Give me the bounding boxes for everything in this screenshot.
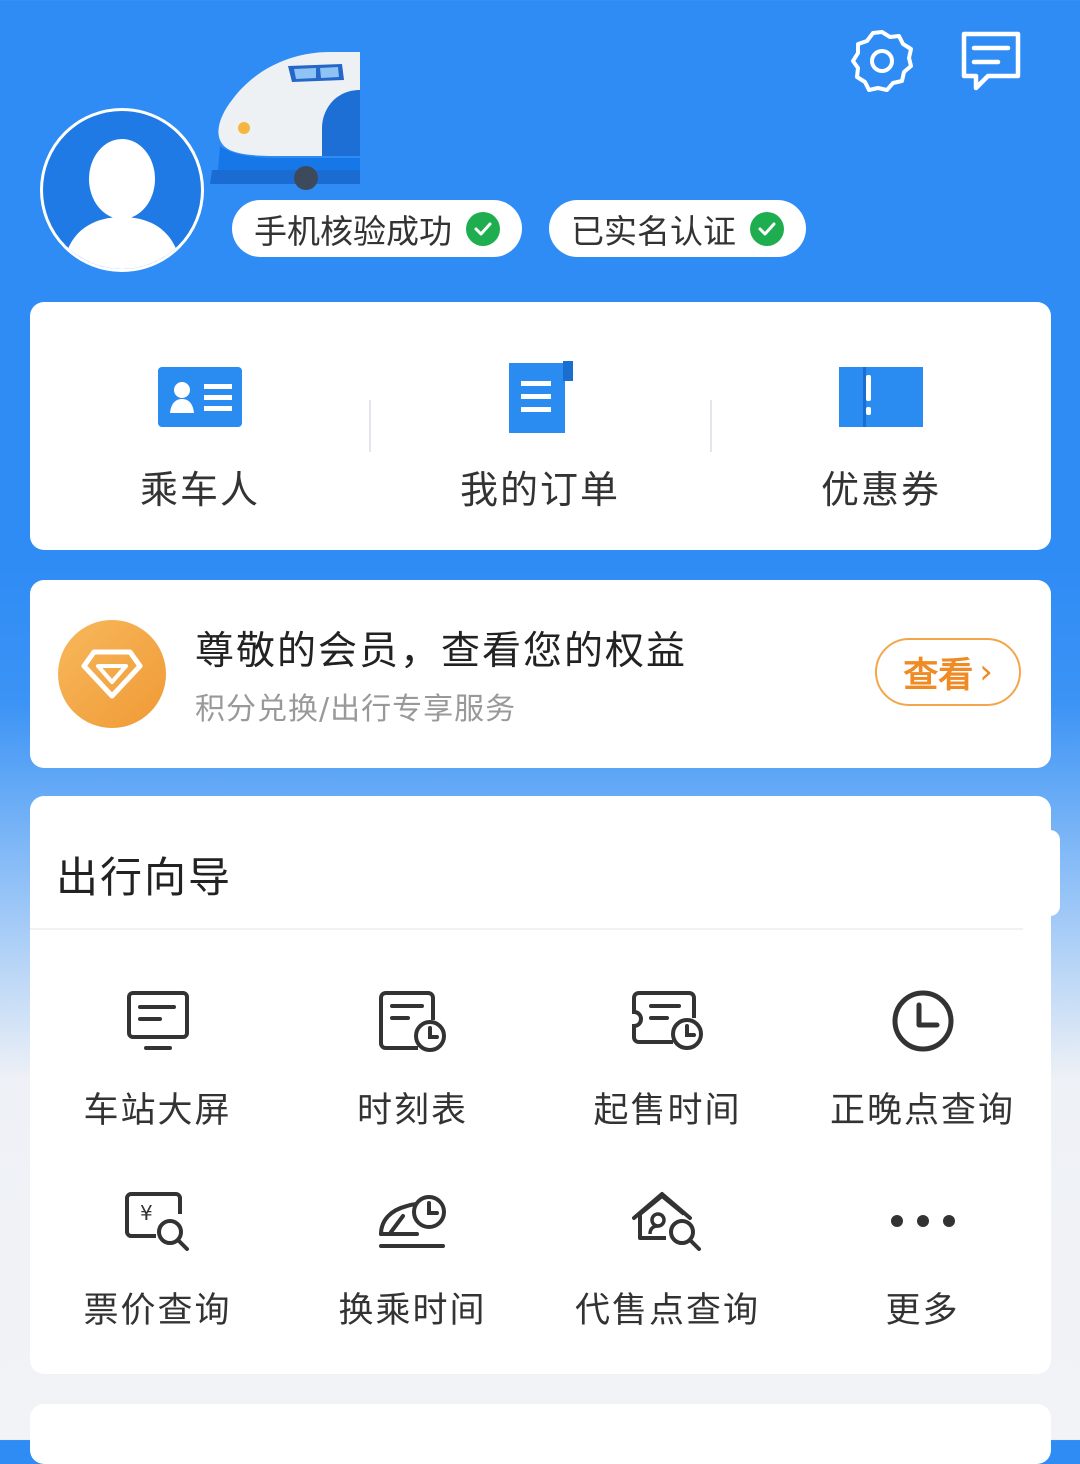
transfer-time-button[interactable]: 换乘时间 [285,1186,540,1346]
my-orders-button[interactable]: 我的订单 [370,302,710,550]
transfer-time-label: 换乘时间 [338,1291,487,1331]
settings-button[interactable] [849,28,915,94]
gear-icon [851,30,913,92]
delay-query-label: 正晚点查询 [829,1091,1015,1131]
travel-guide-card: 出行向导 车站大屏 时刻表 起售时间 正晚点查询 ¥ 票价查询 换乘时间 代售点… [30,796,1051,1374]
phone-verified-label: 手机核验成功 [254,211,452,251]
member-subtitle: 积分兑换/出行专享服务 [195,692,517,727]
transfer-clock-icon [378,1195,446,1248]
passengers-label: 乘车人 [139,468,260,512]
delay-query-button[interactable]: 正晚点查询 [795,986,1050,1146]
more-label: 更多 [885,1291,960,1331]
fare-query-label: 票价查询 [83,1291,232,1331]
svg-text:¥: ¥ [140,1201,153,1225]
station-screen-button[interactable]: 车站大屏 [30,986,285,1146]
ticket-clock-icon [631,991,703,1050]
agency-query-label: 代售点查询 [574,1291,760,1331]
realname-verified-label: 已实名认证 [571,211,736,251]
chevron-right-icon: › [979,652,993,692]
sale-time-button[interactable]: 起售时间 [540,986,795,1146]
check-circle-icon [466,211,500,246]
message-icon [961,31,1021,91]
more-button[interactable]: 更多 [795,1186,1050,1346]
check-circle-icon [750,211,784,246]
order-document-icon [509,361,573,433]
message-button[interactable] [958,28,1024,94]
station-screen-label: 车站大屏 [83,1091,232,1131]
member-benefits-card[interactable]: 尊敬的会员，查看您的权益 积分兑换/出行专享服务 查看 › [30,580,1051,768]
more-dots-icon [890,1215,955,1227]
ticket-icon [839,367,923,427]
guide-title: 出行向导 [56,853,233,902]
coupons-label: 优惠券 [820,468,941,512]
timetable-label: 时刻表 [356,1091,468,1131]
view-benefits-label: 查看 [903,655,974,696]
member-title: 尊敬的会员，查看您的权益 [195,629,688,674]
divider [30,928,1023,930]
train-illustration [210,52,360,190]
quick-actions-card: 乘车人 我的订单 优惠券 [30,302,1051,550]
avatar[interactable] [40,108,204,272]
my-orders-label: 我的订单 [459,468,620,512]
price-search-icon: ¥ [124,1192,189,1251]
fare-query-button[interactable]: ¥ 票价查询 [30,1186,285,1346]
screen-icon [126,991,189,1050]
view-benefits-button[interactable]: 查看 › [875,638,1021,706]
phone-verified-badge: 手机核验成功 [232,200,522,257]
user-silhouette-icon [63,139,181,269]
passengers-button[interactable]: 乘车人 [30,302,370,550]
clock-icon [892,990,953,1052]
id-card-icon [158,367,242,427]
agency-query-button[interactable]: 代售点查询 [540,1186,795,1346]
sale-time-label: 起售时间 [593,1091,742,1131]
diamond-icon [58,620,166,728]
coupons-button[interactable]: 优惠券 [711,302,1051,550]
timetable-icon [378,991,446,1052]
timetable-button[interactable]: 时刻表 [285,986,540,1146]
next-card [30,1404,1051,1464]
agency-search-icon [631,1192,701,1251]
realname-verified-badge: 已实名认证 [549,200,806,257]
